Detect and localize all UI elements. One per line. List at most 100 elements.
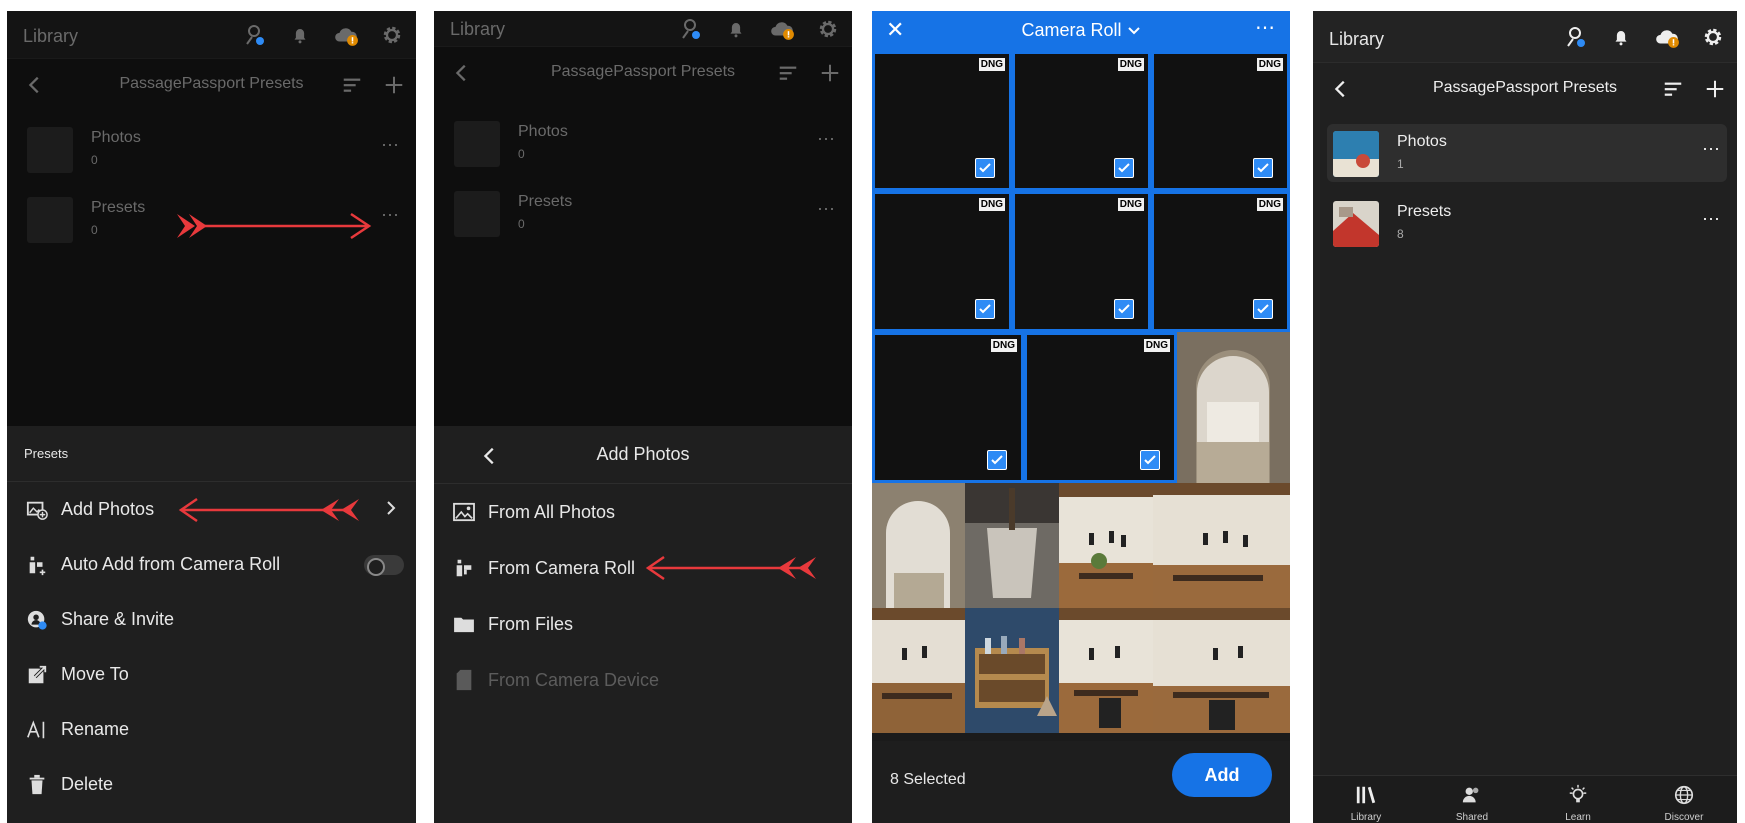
menu-item-from-all-photos[interactable]: From All Photos xyxy=(434,484,852,540)
photo-tile-selected[interactable]: DNG xyxy=(1024,332,1177,483)
gear-icon[interactable] xyxy=(1699,23,1727,51)
menu-item-from-camera-roll[interactable]: From Camera Roll xyxy=(434,540,852,596)
app-title: Library xyxy=(1329,29,1385,49)
menu-item-delete[interactable]: Delete xyxy=(7,757,416,812)
more-icon[interactable]: ⋯ xyxy=(1702,139,1721,160)
chevron-down-icon xyxy=(1127,27,1140,35)
sort-icon[interactable] xyxy=(338,71,366,99)
dng-badge: DNG xyxy=(1256,198,1283,211)
people-search-icon[interactable] xyxy=(676,15,704,43)
tab-shared[interactable]: Shared xyxy=(1419,776,1525,823)
gear-icon[interactable] xyxy=(814,15,842,43)
plus-icon[interactable] xyxy=(380,71,408,99)
sheet-header: Presets xyxy=(7,426,416,482)
checkbox-checked-icon[interactable] xyxy=(1114,158,1134,178)
dng-badge: DNG xyxy=(978,58,1005,71)
album-thumbnail xyxy=(454,191,500,237)
cloud-sync-icon[interactable] xyxy=(332,21,360,49)
album-row-photos[interactable]: Photos 1 ⋯ xyxy=(1313,121,1737,185)
bell-icon[interactable] xyxy=(286,21,314,49)
album-count: 0 xyxy=(518,217,525,231)
selected-count: 8 Selected xyxy=(890,771,966,788)
album-header: PassagePassport Presets xyxy=(434,47,852,99)
add-photo-icon xyxy=(25,498,49,522)
bell-icon[interactable] xyxy=(722,15,750,43)
panel-album-result: Library PassagePassport Presets Photos 1… xyxy=(1313,11,1737,823)
bell-icon[interactable] xyxy=(1607,23,1635,51)
menu-item-auto-add[interactable]: Auto Add from Camera Roll xyxy=(7,537,416,592)
checkbox-checked-icon[interactable] xyxy=(975,158,995,178)
photo-tile-selected[interactable]: DNG xyxy=(872,332,1024,483)
photo-tile-dining-room[interactable] xyxy=(872,608,965,733)
checkbox-checked-icon[interactable] xyxy=(1253,299,1273,319)
checkbox-checked-icon[interactable] xyxy=(1114,299,1134,319)
checkbox-checked-icon[interactable] xyxy=(975,299,995,319)
menu-item-from-camera-device: From Camera Device xyxy=(434,652,852,708)
photo-tile-selected[interactable]: DNG xyxy=(1151,191,1290,332)
panel-add-photos: Library PassagePassport Presets Photos 0… xyxy=(434,11,852,823)
more-icon[interactable]: ⋯ xyxy=(381,135,400,156)
photo-tile-selected[interactable]: DNG xyxy=(1012,51,1151,191)
more-icon[interactable]: ⋯ xyxy=(817,199,836,220)
album-thumbnail xyxy=(27,127,73,173)
cloud-sync-icon[interactable] xyxy=(768,15,796,43)
add-button[interactable]: Add xyxy=(1172,753,1272,797)
photo-tile-dining-room[interactable] xyxy=(1153,608,1290,733)
shared-icon xyxy=(1461,784,1483,811)
more-icon[interactable]: ⋯ xyxy=(381,205,400,226)
dimmed-library-view: Library PassagePassport Presets Photos 0… xyxy=(7,11,416,426)
album-row-presets[interactable]: Presets 8 ⋯ xyxy=(1313,191,1737,255)
album-name: Presets xyxy=(91,199,146,216)
photo-tile-selected[interactable]: DNG xyxy=(872,51,1012,191)
app-title: Library xyxy=(23,26,79,46)
checkbox-checked-icon[interactable] xyxy=(1253,158,1273,178)
menu-item-move-to[interactable]: Move To xyxy=(7,647,416,702)
annotation-arrow-right xyxy=(177,212,372,240)
sort-icon[interactable] xyxy=(774,59,802,87)
lightbulb-icon xyxy=(1567,784,1589,811)
menu-item-share-invite[interactable]: Share & Invite xyxy=(7,592,416,647)
album-row-presets[interactable]: Presets 0 ⋯ xyxy=(434,181,852,245)
checkbox-checked-icon[interactable] xyxy=(1140,450,1160,470)
album-row-photos[interactable]: Photos 0 ⋯ xyxy=(434,111,852,175)
photo-tile-selected[interactable]: DNG xyxy=(872,191,1012,332)
dng-badge: DNG xyxy=(978,198,1005,211)
photo-tile-archway[interactable] xyxy=(1177,332,1290,483)
tab-label: Library xyxy=(1350,812,1382,823)
photo-tile-archway[interactable] xyxy=(872,483,965,608)
camera-roll-title[interactable]: Camera Roll xyxy=(872,20,1290,41)
cloud-sync-icon[interactable] xyxy=(1653,23,1681,51)
selection-footer: 8 Selected Add xyxy=(872,741,1290,823)
plus-icon[interactable] xyxy=(1701,75,1729,103)
photo-tile-selected[interactable]: DNG xyxy=(1012,191,1151,332)
photo-tile-dining-room[interactable] xyxy=(1059,483,1153,608)
menu-item-add-photos[interactable]: Add Photos xyxy=(7,482,416,537)
photo-tile-shelf[interactable] xyxy=(965,608,1059,733)
more-icon[interactable]: ⋯ xyxy=(1702,209,1721,230)
sort-icon[interactable] xyxy=(1659,75,1687,103)
more-icon[interactable]: ⋯ xyxy=(817,129,836,150)
menu-item-from-files[interactable]: From Files xyxy=(434,596,852,652)
menu-item-label: From Camera Roll xyxy=(488,557,636,578)
more-icon[interactable]: ⋯ xyxy=(1255,15,1276,40)
sheet-title: Presets xyxy=(24,446,69,461)
share-invite-icon xyxy=(25,608,49,632)
album-thumbnail xyxy=(1333,131,1379,177)
tab-library[interactable]: Library xyxy=(1313,776,1419,823)
photo-tile-selected[interactable]: DNG xyxy=(1151,51,1290,191)
photo-tile-vase[interactable] xyxy=(965,483,1059,608)
photo-tile-dining-room[interactable] xyxy=(1153,483,1290,608)
tab-discover[interactable]: Discover xyxy=(1631,776,1737,823)
photo-tile-dining-room[interactable] xyxy=(1059,608,1153,733)
auto-add-toggle[interactable] xyxy=(364,555,404,576)
album-thumbnail xyxy=(27,197,73,243)
checkbox-checked-icon[interactable] xyxy=(987,450,1007,470)
people-search-icon[interactable] xyxy=(1561,23,1589,51)
plus-icon[interactable] xyxy=(816,59,844,87)
menu-item-rename[interactable]: Rename xyxy=(7,702,416,757)
menu-item-label: From All Photos xyxy=(488,501,616,522)
album-row-photos[interactable]: Photos 0 ⋯ xyxy=(7,117,416,181)
tab-learn[interactable]: Learn xyxy=(1525,776,1631,823)
people-search-icon[interactable] xyxy=(240,21,268,49)
gear-icon[interactable] xyxy=(378,21,406,49)
